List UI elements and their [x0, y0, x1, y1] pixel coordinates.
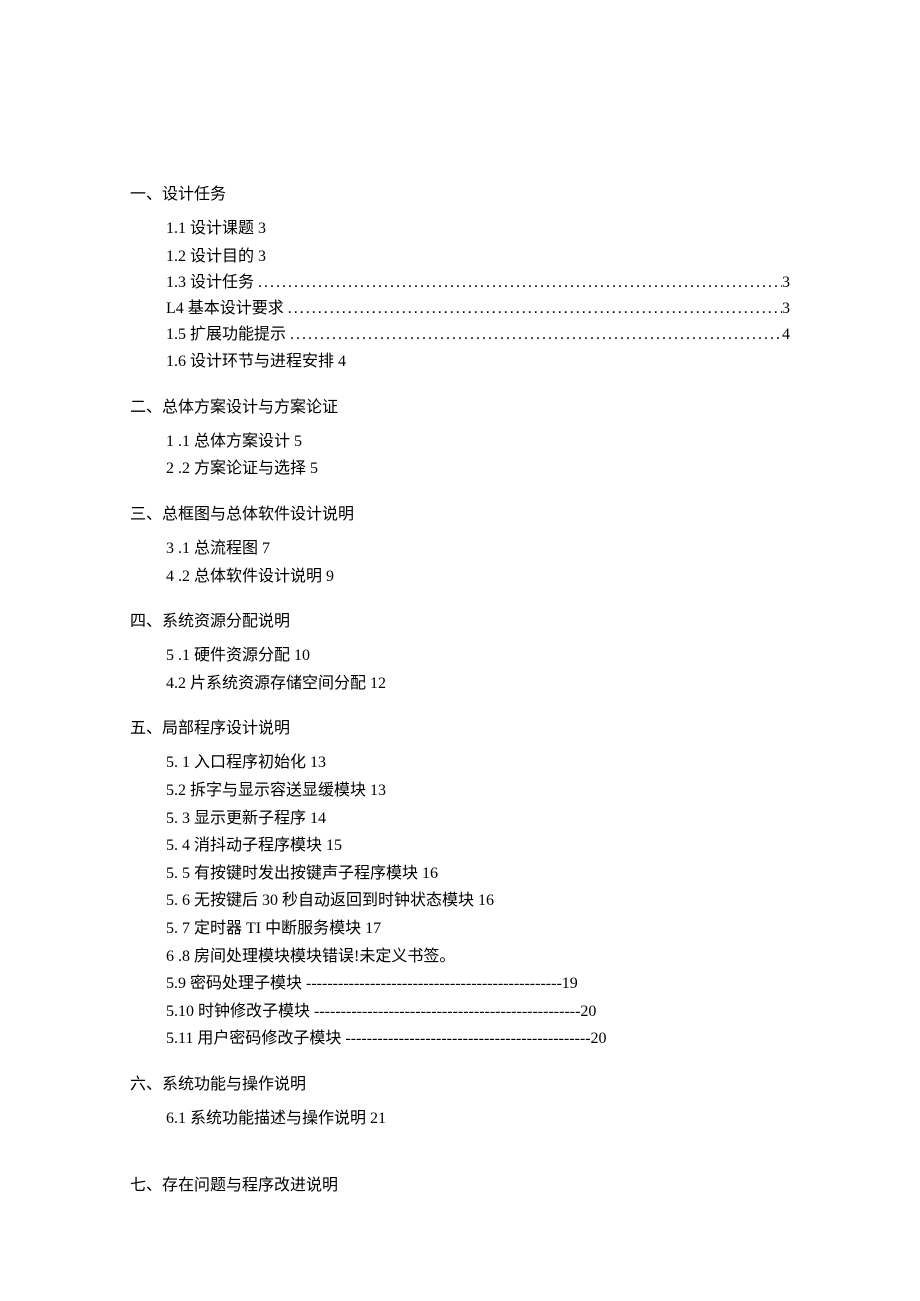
- toc-item: 1.3 设计任务 3: [166, 271, 790, 295]
- toc-page: 3: [782, 297, 790, 321]
- toc-label: L4 基本设计要求: [166, 297, 284, 321]
- toc-label: 5.9 密码处理子模块: [166, 975, 306, 992]
- toc-label: 1.5 扩展功能提示: [166, 323, 286, 347]
- toc-item: 6.1 系统功能描述与操作说明 21: [166, 1106, 790, 1132]
- toc-item: 5.10 时钟修改子模块 ---------------------------…: [166, 999, 790, 1025]
- section-heading: 七、存在问题与程序改进说明: [130, 1171, 790, 1195]
- toc-item: 5. 1 入口程序初始化 13: [166, 750, 790, 776]
- toc-label: 5.10 时钟修改子模块: [166, 1003, 314, 1020]
- toc-item: 5. 3 显示更新子程序 14: [166, 806, 790, 832]
- toc-item: 1.6 设计环节与进程安排 4: [166, 349, 790, 375]
- toc-dash-leader: ----------------------------------------…: [345, 1030, 590, 1047]
- toc-item: 3 .1 总流程图 7: [166, 536, 790, 562]
- section-heading: 五、局部程序设计说明: [130, 714, 790, 738]
- section-heading: 三、总框图与总体软件设计说明: [130, 500, 790, 524]
- toc-page: 3: [782, 271, 790, 295]
- toc-items: 5. 1 入口程序初始化 135.2 拆字与显示容送显缓模块 135. 3 显示…: [130, 750, 790, 1052]
- section-heading: 一、设计任务: [130, 180, 790, 204]
- section-heading: 二、总体方案设计与方案论证: [130, 393, 790, 417]
- toc-label: 5.11 用户密码修改子模块: [166, 1030, 345, 1047]
- toc-item: 5. 6 无按键后 30 秒自动返回到时钟状态模块 16: [166, 888, 790, 914]
- toc-item: 5. 5 有按键时发出按键声子程序模块 16: [166, 861, 790, 887]
- toc-item: 1.1 设计课题 3: [166, 216, 790, 242]
- toc-item: 5.11 用户密码修改子模块 -------------------------…: [166, 1026, 790, 1052]
- toc-item: 5. 7 定时器 TI 中断服务模块 17: [166, 916, 790, 942]
- toc-items: 6.1 系统功能描述与操作说明 21: [130, 1106, 790, 1132]
- toc-item: 1.2 设计目的 3: [166, 244, 790, 270]
- toc-leader: [286, 323, 782, 347]
- toc-item: 5. 4 消抖动子程序模块 15: [166, 833, 790, 859]
- toc-dash-leader: ----------------------------------------…: [306, 975, 562, 992]
- toc-item: 4 .2 总体软件设计说明 9: [166, 564, 790, 590]
- toc-content: 一、设计任务1.1 设计课题 31.2 设计目的 31.3 设计任务3L4 基本…: [130, 180, 790, 1195]
- toc-item: L4 基本设计要求 3: [166, 297, 790, 321]
- toc-item: 2 .2 方案论证与选择 5: [166, 456, 790, 482]
- toc-item: 6 .8 房间处理模块模块错误!未定义书签。: [166, 944, 790, 970]
- toc-items: 5 .1 硬件资源分配 104.2 片系统资源存储空间分配 12: [130, 643, 790, 696]
- toc-item: 1 .1 总体方案设计 5: [166, 429, 790, 455]
- toc-item: 5 .1 硬件资源分配 10: [166, 643, 790, 669]
- toc-item: 5.2 拆字与显示容送显缓模块 13: [166, 778, 790, 804]
- toc-item: 5.9 密码处理子模块 ----------------------------…: [166, 971, 790, 997]
- toc-page: 4: [782, 323, 790, 347]
- toc-label: 1.3 设计任务: [166, 271, 254, 295]
- toc-page: 20: [580, 1003, 596, 1020]
- toc-items: 3 .1 总流程图 74 .2 总体软件设计说明 9: [130, 536, 790, 589]
- toc-leader: [284, 297, 782, 321]
- toc-item: 1.5 扩展功能提示 4: [166, 323, 790, 347]
- toc-item: 4.2 片系统资源存储空间分配 12: [166, 671, 790, 697]
- toc-leader: [254, 271, 782, 295]
- section-heading: 六、系统功能与操作说明: [130, 1070, 790, 1094]
- toc-page: 20: [591, 1030, 607, 1047]
- toc-items: 1.1 设计课题 31.2 设计目的 31.3 设计任务3L4 基本设计要求31…: [130, 216, 790, 375]
- toc-page: 19: [562, 975, 578, 992]
- toc-dash-leader: ----------------------------------------…: [314, 1003, 580, 1020]
- toc-items: 1 .1 总体方案设计 52 .2 方案论证与选择 5: [130, 429, 790, 482]
- section-heading: 四、系统资源分配说明: [130, 607, 790, 631]
